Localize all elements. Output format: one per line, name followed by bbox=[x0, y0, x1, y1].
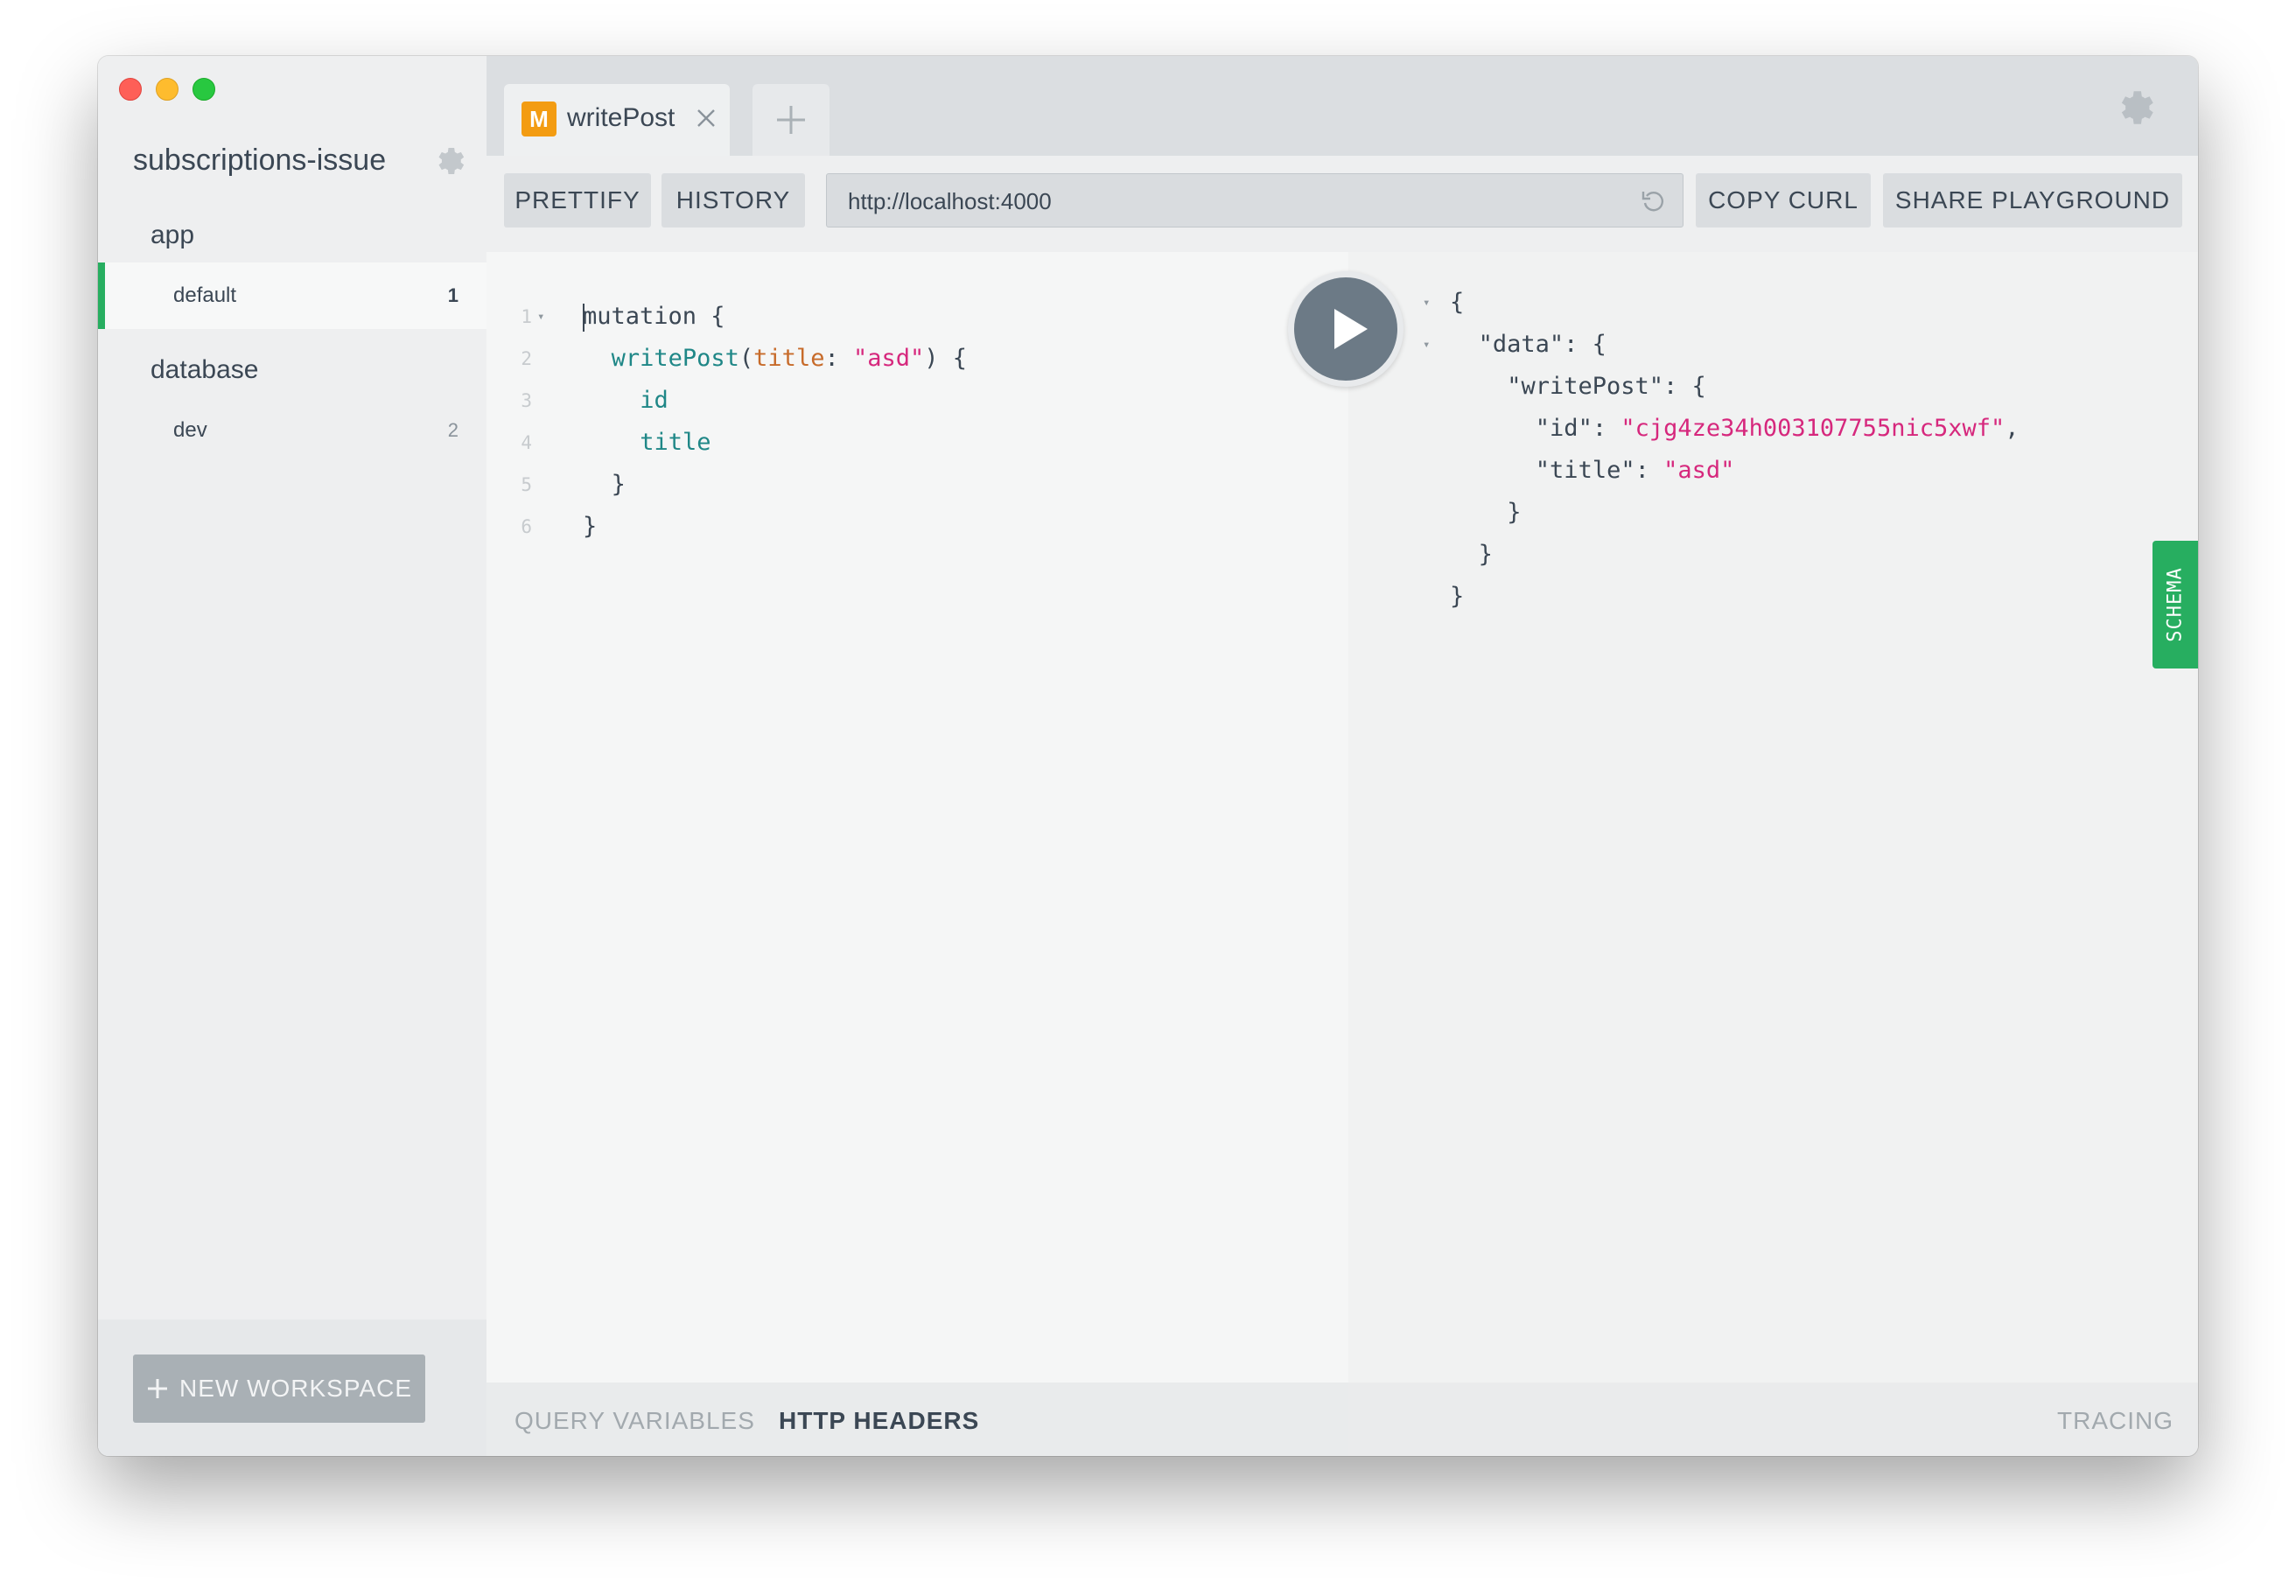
code-line: title bbox=[640, 422, 710, 464]
env-item-dev[interactable]: dev 2 bbox=[98, 397, 486, 464]
env-name: dev bbox=[173, 418, 207, 442]
history-button[interactable]: HISTORY bbox=[662, 173, 805, 228]
settings-gear-icon[interactable] bbox=[2116, 86, 2160, 130]
code-line: mutation { bbox=[583, 296, 725, 338]
code-token: } bbox=[1507, 499, 1522, 526]
gear-icon[interactable] bbox=[434, 144, 469, 178]
add-tab-button[interactable] bbox=[752, 84, 830, 156]
response-line: "id": "cjg4ze34h003107755nic5xwf", bbox=[1536, 408, 2020, 450]
bottom-bar-left: QUERY VARIABLES HTTP HEADERS bbox=[486, 1382, 1348, 1456]
code-token: : bbox=[824, 345, 853, 372]
new-workspace-label: NEW WORKSPACE bbox=[178, 1375, 413, 1402]
response-line: "writePost": { bbox=[1507, 366, 1706, 408]
code-token: title bbox=[640, 429, 711, 456]
fold-toggle-icon[interactable]: ▾ bbox=[1423, 324, 1430, 366]
code-token: } bbox=[611, 471, 626, 498]
tab-title: writePost bbox=[567, 103, 676, 132]
schema-tab[interactable]: SCHEMA bbox=[2152, 541, 2198, 668]
response-line: } bbox=[1450, 576, 1464, 618]
mutation-badge: M bbox=[522, 102, 556, 136]
code-token: "asd" bbox=[852, 345, 925, 372]
line-number: 3 bbox=[521, 390, 532, 411]
code-token: } bbox=[1478, 541, 1493, 568]
http-headers-tab[interactable]: HTTP HEADERS bbox=[779, 1407, 979, 1435]
share-playground-button[interactable]: SHARE PLAYGROUND bbox=[1883, 173, 2182, 228]
play-icon bbox=[1334, 309, 1368, 349]
window-controls bbox=[119, 78, 215, 101]
fold-toggle-icon[interactable]: ▾ bbox=[1423, 282, 1430, 324]
close-window-button[interactable] bbox=[119, 78, 142, 101]
reload-icon[interactable] bbox=[1639, 187, 1667, 215]
response-line: } bbox=[1507, 492, 1521, 534]
code-token: "asd" bbox=[1663, 457, 1735, 484]
app-window: subscriptions-issue app default 1 databa… bbox=[98, 56, 2198, 1456]
line-number: 2 bbox=[521, 348, 532, 369]
bottom-bar-right: TRACING bbox=[1348, 1382, 2198, 1456]
code-token: , bbox=[2005, 415, 2020, 442]
group-label-app: app bbox=[150, 220, 195, 249]
code-token: ) { bbox=[924, 345, 968, 372]
response-line: "title": "asd" bbox=[1536, 450, 1735, 492]
schema-label: SCHEMA bbox=[2164, 567, 2187, 642]
toolbar: PRETTIFY HISTORY http://localhost:4000 C… bbox=[486, 156, 2198, 252]
env-count: 2 bbox=[447, 419, 458, 441]
code-line: writePost(title: "asd") { bbox=[612, 338, 967, 380]
code-line: } bbox=[612, 464, 626, 506]
code-token: writePost bbox=[611, 345, 739, 372]
code-token: id bbox=[640, 387, 668, 414]
new-workspace-button[interactable]: NEW WORKSPACE bbox=[133, 1354, 425, 1423]
env-item-default[interactable]: default 1 bbox=[98, 262, 486, 329]
code-token: { bbox=[1450, 289, 1465, 316]
code-token: "id": bbox=[1535, 415, 1621, 442]
code-token: ( bbox=[738, 345, 754, 372]
group-label-database: database bbox=[150, 355, 259, 384]
query-variables-tab[interactable]: QUERY VARIABLES bbox=[514, 1407, 755, 1435]
endpoint-url-text: http://localhost:4000 bbox=[848, 188, 1052, 214]
maximize-window-button[interactable] bbox=[192, 78, 215, 101]
sidebar-footer: NEW WORKSPACE bbox=[98, 1320, 486, 1456]
plus-icon bbox=[147, 1379, 167, 1398]
line-number: 4 bbox=[521, 432, 532, 453]
code-token: "data": { bbox=[1478, 331, 1606, 358]
code-token: "writePost": { bbox=[1507, 373, 1706, 400]
response-line: "data": { bbox=[1479, 324, 1606, 366]
endpoint-url-input[interactable]: http://localhost:4000 bbox=[826, 173, 1684, 228]
copy-curl-button[interactable]: COPY CURL bbox=[1696, 173, 1871, 228]
fold-toggle-icon[interactable]: ▾ bbox=[537, 296, 544, 338]
code-token: title bbox=[753, 345, 825, 372]
code-token: } bbox=[583, 513, 598, 540]
response-line: { bbox=[1450, 282, 1464, 324]
code-token: "cjg4ze34h003107755nic5xwf" bbox=[1620, 415, 2006, 442]
line-number: 1 bbox=[521, 306, 532, 327]
project-title: subscriptions-issue bbox=[133, 144, 387, 177]
close-icon[interactable] bbox=[693, 105, 719, 131]
code-token: } bbox=[1450, 583, 1465, 610]
env-count: 1 bbox=[447, 284, 458, 306]
execute-query-button[interactable] bbox=[1288, 271, 1404, 387]
code-line: id bbox=[640, 380, 668, 422]
tracing-tab[interactable]: TRACING bbox=[2057, 1407, 2174, 1435]
query-editor[interactable]: 1 ▾ mutation {2 writePost(title: "asd") {3 i… bbox=[486, 252, 1348, 1382]
code-token: mutation { bbox=[583, 303, 725, 330]
code-token: "title": bbox=[1535, 457, 1664, 484]
plus-icon bbox=[777, 106, 805, 134]
prettify-button[interactable]: PRETTIFY bbox=[504, 173, 651, 228]
line-number: 6 bbox=[521, 516, 532, 537]
code-line: } bbox=[583, 506, 597, 548]
line-number: 5 bbox=[521, 474, 532, 495]
sidebar: subscriptions-issue app default 1 databa… bbox=[98, 56, 487, 1456]
response-panel: SCHEMA ▾ { ▾ "data": { "writePost": { "id": "… bbox=[1348, 252, 2198, 1382]
minimize-window-button[interactable] bbox=[156, 78, 178, 101]
main-area: M writePost PRETTIFY HISTORY http://loca… bbox=[486, 56, 2198, 1456]
tab-bar: M writePost bbox=[486, 56, 2198, 156]
tab-writepost[interactable]: M writePost bbox=[504, 84, 730, 156]
env-name: default bbox=[173, 284, 237, 307]
response-line: } bbox=[1479, 534, 1493, 576]
